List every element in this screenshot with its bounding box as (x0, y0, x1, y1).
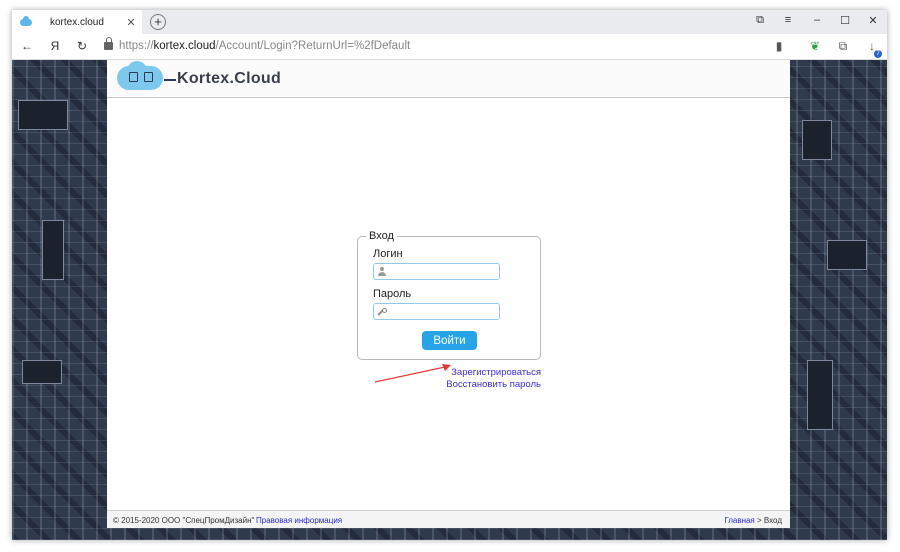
restore-password-link[interactable]: Восстановить пароль (357, 379, 541, 391)
close-window-icon[interactable]: ✕ (865, 14, 881, 27)
key-icon (378, 308, 387, 317)
tabs-overview-icon[interactable]: ⧉ (752, 14, 768, 27)
browser-window: kortex.cloud ✕ + ⧉ ≡ – ☐ ✕ ← Я ↻ https:/… (12, 10, 887, 540)
extension-icon[interactable]: ⧉ (835, 39, 851, 54)
back-arrow-icon[interactable]: ← (20, 39, 34, 53)
tab-title: kortex.cloud (50, 16, 104, 28)
breadcrumb-separator: > (754, 516, 764, 525)
download-badge: 7 (874, 50, 882, 58)
password-input[interactable] (373, 303, 500, 320)
login-fieldset: Вход Логин Пароль Войти (357, 230, 541, 360)
logo-document-icon (144, 72, 153, 82)
evernote-icon[interactable]: ❦ (807, 39, 823, 53)
breadcrumb: Главная > Вход (724, 516, 782, 525)
logo-cloud-icon[interactable] (117, 61, 163, 90)
url-path: /Account/Login?ReturnUrl=%2fDefault (215, 40, 411, 52)
tab-bar: kortex.cloud ✕ + ⧉ ≡ – ☐ ✕ (12, 10, 887, 34)
logo-arrow-icon (164, 79, 176, 81)
minimize-icon[interactable]: – (809, 14, 825, 26)
site-header: Kortex.Cloud (107, 60, 790, 98)
cloud-icon (20, 15, 32, 26)
new-tab-button[interactable]: + (150, 14, 166, 30)
bookmark-icon[interactable]: ▮ (771, 39, 787, 53)
breadcrumb-home-link[interactable]: Главная (724, 516, 754, 525)
circuit-decoration (42, 220, 64, 280)
breadcrumb-current: Вход (763, 516, 782, 525)
register-link[interactable]: Зарегистрироваться (357, 367, 541, 379)
url-domain: kortex.cloud (153, 40, 216, 52)
browser-tab[interactable]: kortex.cloud ✕ (12, 10, 142, 34)
menu-icon[interactable]: ≡ (780, 14, 796, 26)
reload-icon[interactable]: ↻ (75, 39, 89, 53)
login-label: Логин (373, 248, 403, 260)
circuit-decoration (807, 360, 833, 430)
legal-info-link[interactable]: Правовая информация (256, 516, 342, 525)
circuit-decoration (22, 360, 62, 384)
login-button[interactable]: Войти (422, 331, 477, 350)
address-bar: ← Я ↻ https://kortex.cloud/Account/Login… (12, 34, 887, 60)
circuit-decoration (827, 240, 867, 270)
logo-text[interactable]: Kortex.Cloud (177, 70, 281, 88)
login-input[interactable] (373, 263, 500, 280)
password-label: Пароль (373, 288, 412, 300)
circuit-decoration (802, 120, 832, 160)
maximize-icon[interactable]: ☐ (837, 14, 853, 27)
copyright-text: © 2015-2020 ООО "СпецПромДизайн" (113, 516, 255, 525)
close-tab-icon[interactable]: ✕ (124, 16, 138, 29)
lock-icon[interactable] (104, 37, 113, 50)
page-viewport: Kortex.Cloud Вход Логин Пароль Войти Зар… (12, 60, 887, 540)
login-legend: Вход (366, 230, 397, 242)
url-prefix: https:// (119, 40, 154, 52)
logo-glyph-icon (129, 72, 138, 82)
auth-links: Зарегистрироваться Восстановить пароль (357, 367, 541, 391)
url-field[interactable]: https://kortex.cloud/Account/Login?Retur… (119, 40, 410, 52)
site-footer: © 2015-2020 ООО "СпецПромДизайн" Правова… (107, 510, 790, 528)
user-icon (378, 267, 386, 276)
circuit-decoration (18, 100, 68, 130)
yandex-button[interactable]: Я (48, 39, 62, 53)
site-page: Kortex.Cloud Вход Логин Пароль Войти Зар… (107, 60, 790, 528)
